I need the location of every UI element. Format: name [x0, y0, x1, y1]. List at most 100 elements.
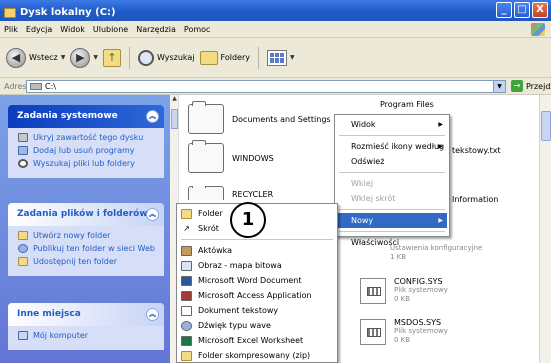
menu-favorites[interactable]: Ulubione [93, 25, 128, 34]
menu-tools[interactable]: Narzędzia [136, 25, 176, 34]
computer-icon [18, 331, 28, 340]
add-remove-programs-link[interactable]: Dodaj lub usuń programy [18, 146, 158, 155]
menu-item-new[interactable]: Nowy ▶ [337, 213, 447, 228]
toolbar-separator [258, 46, 260, 69]
scroll-thumb[interactable] [171, 109, 178, 129]
hide-drive-contents-link[interactable]: Ukryj zawartość tego dysku [18, 133, 158, 142]
new-bitmap-item[interactable]: Obraz - mapa bitowa [179, 258, 335, 273]
briefcase-icon [181, 245, 192, 256]
word-icon [181, 275, 192, 286]
menu-bar: Plik Edycja Widok Ulubione Narzędzia Pom… [0, 21, 551, 38]
menu-item-label: Właściwości [351, 238, 400, 247]
forward-arrow-icon: ▶ [70, 47, 91, 68]
go-arrow-icon: → [511, 80, 523, 92]
file-tasks-header[interactable]: Zadania plików i folderów ︽ [8, 203, 164, 226]
address-label: Adres [4, 81, 27, 91]
search-files-link[interactable]: Wyszukaj pliki lub foldery [18, 159, 158, 168]
new-text-document-item[interactable]: Dokument tekstowy [179, 303, 335, 318]
chevron-down-icon[interactable]: ▼ [290, 54, 295, 61]
chevron-down-icon[interactable]: ▼ [93, 54, 98, 61]
new-folder-link[interactable]: Utwórz nowy folder [18, 231, 158, 240]
menu-item-paste: Wklej [337, 176, 447, 191]
menu-item-refresh[interactable]: Odśwież [337, 154, 447, 169]
back-button[interactable]: ◀ Wstecz ▼ [6, 47, 66, 68]
menu-separator [339, 135, 445, 136]
file-type: Plik systemowy [394, 286, 448, 294]
menu-item-properties[interactable]: Właściwości [337, 235, 447, 250]
file-item[interactable]: CONFIG.SYS Plik systemowy 0 KB [360, 277, 448, 304]
address-input[interactable]: C:\ ▼ [26, 80, 506, 93]
file-name: MSDOS.SYS [394, 318, 442, 327]
system-file-icon [360, 318, 386, 345]
menu-item-arrange-icons[interactable]: Rozmieść ikony według ▶ [337, 139, 447, 154]
folder-icon [188, 101, 224, 134]
menu-item-label: Obraz - mapa bitowa [198, 261, 282, 270]
link-label: Utwórz nowy folder [33, 231, 111, 240]
menu-view[interactable]: Widok [60, 25, 85, 34]
collapse-icon[interactable]: ︽ [146, 208, 159, 221]
views-button[interactable]: ▼ [267, 49, 295, 66]
zip-folder-icon [181, 350, 192, 361]
menu-item-label: Odśwież [351, 157, 385, 166]
share-folder-icon [18, 257, 28, 266]
file-item[interactable]: MSDOS.SYS Plik systemowy 0 KB [360, 318, 448, 345]
publish-web-link[interactable]: Publikuj ten folder w sieci Web [18, 244, 158, 253]
file-item[interactable]: Information [452, 195, 498, 204]
maximize-button[interactable]: □ [514, 2, 530, 18]
menu-item-label: Aktówka [198, 246, 233, 255]
new-briefcase-item[interactable]: Aktówka [179, 243, 335, 258]
new-zip-folder-item[interactable]: Folder skompresowany (zip) [179, 348, 335, 363]
my-computer-link[interactable]: Mój komputer [18, 331, 158, 340]
windows-logo-icon [531, 23, 545, 36]
menu-separator [339, 209, 445, 210]
file-item[interactable]: tekstowy.txt [452, 146, 501, 155]
file-size: 0 KB [394, 336, 411, 344]
share-folder-link[interactable]: Udostępnij ten folder [18, 257, 158, 266]
file-item[interactable]: Program Files [380, 97, 434, 111]
menu-file[interactable]: Plik [4, 25, 18, 34]
file-name: tekstowy.txt [452, 146, 501, 155]
menu-item-label: Dokument tekstowy [198, 306, 279, 315]
file-item[interactable]: RECYCLER [188, 186, 273, 200]
menu-help[interactable]: Pomoc [184, 25, 211, 34]
menu-edit[interactable]: Edycja [26, 25, 52, 34]
menu-separator [339, 172, 445, 173]
collapse-icon[interactable]: ︽ [146, 110, 159, 123]
window-controls: _ □ X [496, 2, 548, 18]
chevron-down-icon[interactable]: ▼ [61, 54, 66, 61]
menu-item-label: Nowy [351, 216, 374, 225]
collapse-icon[interactable]: ︽ [146, 308, 159, 321]
folders-button[interactable]: Foldery [199, 50, 250, 65]
window-title: Dysk lokalny (C:) [20, 7, 116, 18]
back-arrow-icon: ◀ [6, 47, 26, 68]
go-label: Przejdź [526, 81, 551, 91]
step-callout: 1 [230, 202, 266, 238]
forward-button[interactable]: ▶ ▼ [70, 47, 98, 68]
other-places-header[interactable]: Inne miejsca ︽ [8, 303, 164, 326]
system-tasks-header[interactable]: Zadania systemowe ︽ [8, 105, 164, 128]
up-folder-icon[interactable]: ↑ [102, 48, 121, 67]
scroll-up-icon[interactable]: ▲ [170, 95, 179, 104]
new-excel-worksheet-item[interactable]: Microsoft Excel Worksheet [179, 333, 335, 348]
close-button[interactable]: X [532, 2, 548, 18]
go-button[interactable]: → Przejdź [511, 80, 551, 92]
new-access-application-item[interactable]: Microsoft Access Application [179, 288, 335, 303]
new-wave-sound-item[interactable]: Dźwięk typu wave [179, 318, 335, 333]
other-places-panel: Inne miejsca ︽ Mój komputer [8, 303, 164, 350]
file-size: 0 KB [394, 295, 411, 303]
bitmap-icon [181, 260, 192, 271]
minimize-button[interactable]: _ [496, 2, 512, 18]
folders-icon [199, 50, 218, 65]
right-scrollbar[interactable] [539, 95, 551, 363]
file-name: Documents and Settings [232, 114, 331, 124]
chevron-down-icon[interactable]: ▼ [493, 81, 505, 92]
search-label: Wyszukaj [156, 53, 195, 62]
system-tasks-title: Zadania systemowe [17, 111, 118, 121]
search-button[interactable]: Wyszukaj [137, 49, 195, 66]
address-value: C:\ [45, 82, 56, 91]
scroll-thumb[interactable] [541, 111, 551, 141]
file-item[interactable]: WINDOWS [188, 140, 274, 173]
file-item[interactable]: Documents and Settings [188, 101, 331, 134]
menu-item-view[interactable]: Widok ▶ [337, 117, 447, 132]
new-word-document-item[interactable]: Microsoft Word Document [179, 273, 335, 288]
